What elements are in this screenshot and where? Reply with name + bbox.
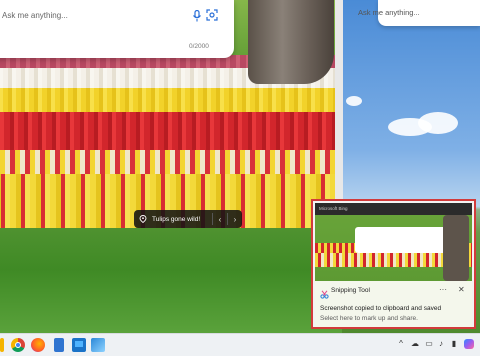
chevron-left-icon[interactable]: ‹ bbox=[213, 215, 227, 224]
chevron-right-icon[interactable]: › bbox=[228, 215, 242, 224]
tree-trunk bbox=[248, 0, 334, 84]
second-search-box[interactable]: Ask me anything... bbox=[358, 0, 480, 26]
wallpaper-lawn bbox=[0, 228, 342, 333]
paint-icon[interactable] bbox=[91, 338, 105, 352]
character-counter: 0/2000 bbox=[189, 43, 209, 50]
network-icon[interactable]: ▮ bbox=[449, 339, 459, 349]
wallpaper-caption[interactable]: Tulips gone wild! ‹ › bbox=[134, 210, 242, 228]
tulip-band-yellow bbox=[0, 88, 342, 114]
cloud bbox=[418, 112, 458, 134]
chrome-icon[interactable] bbox=[11, 338, 25, 352]
thumbnail-tree bbox=[443, 215, 469, 281]
search-box[interactable]: Ask me anything... 0/2000 bbox=[0, 0, 234, 58]
screenshot-thumbnail[interactable]: Microsoft Bing bbox=[315, 203, 472, 281]
location-pin-icon bbox=[139, 215, 147, 224]
toast-app-name: Snipping Tool bbox=[331, 287, 370, 294]
search-input[interactable]: Ask me anything... bbox=[2, 11, 68, 20]
second-search-placeholder: Ask me anything... bbox=[358, 8, 420, 17]
store-icon[interactable] bbox=[72, 338, 86, 352]
tulip-band-red bbox=[0, 112, 342, 152]
toast-body[interactable]: Snipping Tool ··· ✕ Screenshot copied to… bbox=[315, 281, 472, 327]
cloud-icon[interactable]: ☁ bbox=[410, 339, 420, 349]
toast-message: Screenshot copied to clipboard and saved bbox=[320, 305, 442, 312]
taskbar: ^ ☁ ▭ ♪ ▮ bbox=[0, 333, 480, 356]
thumbnail-search-box bbox=[355, 227, 455, 253]
close-icon[interactable]: ✕ bbox=[458, 285, 465, 294]
files-icon[interactable] bbox=[54, 338, 64, 352]
volume-icon[interactable]: ♪ bbox=[436, 339, 446, 349]
snipping-tool-icon bbox=[320, 286, 329, 299]
tulip-band-mixed bbox=[0, 150, 342, 176]
start-icon[interactable] bbox=[0, 338, 4, 352]
visual-search-icon[interactable] bbox=[206, 8, 218, 21]
toast-subtext: Select here to mark up and share. bbox=[320, 315, 418, 322]
window-edge bbox=[335, 0, 343, 200]
microphone-icon[interactable] bbox=[192, 9, 202, 22]
more-options-icon[interactable]: ··· bbox=[439, 285, 447, 294]
chevron-up-icon[interactable]: ^ bbox=[396, 339, 406, 349]
caption-text[interactable]: Tulips gone wild! bbox=[152, 216, 212, 223]
firefox-icon[interactable] bbox=[31, 338, 45, 352]
snipping-tool-notification[interactable]: Microsoft Bing Snipping Tool ··· ✕ Scree… bbox=[311, 199, 476, 329]
copilot-icon[interactable] bbox=[464, 339, 474, 349]
cloud bbox=[346, 96, 362, 106]
thumbnail-browser-bar: Microsoft Bing bbox=[315, 203, 472, 215]
display-icon[interactable]: ▭ bbox=[424, 339, 434, 349]
